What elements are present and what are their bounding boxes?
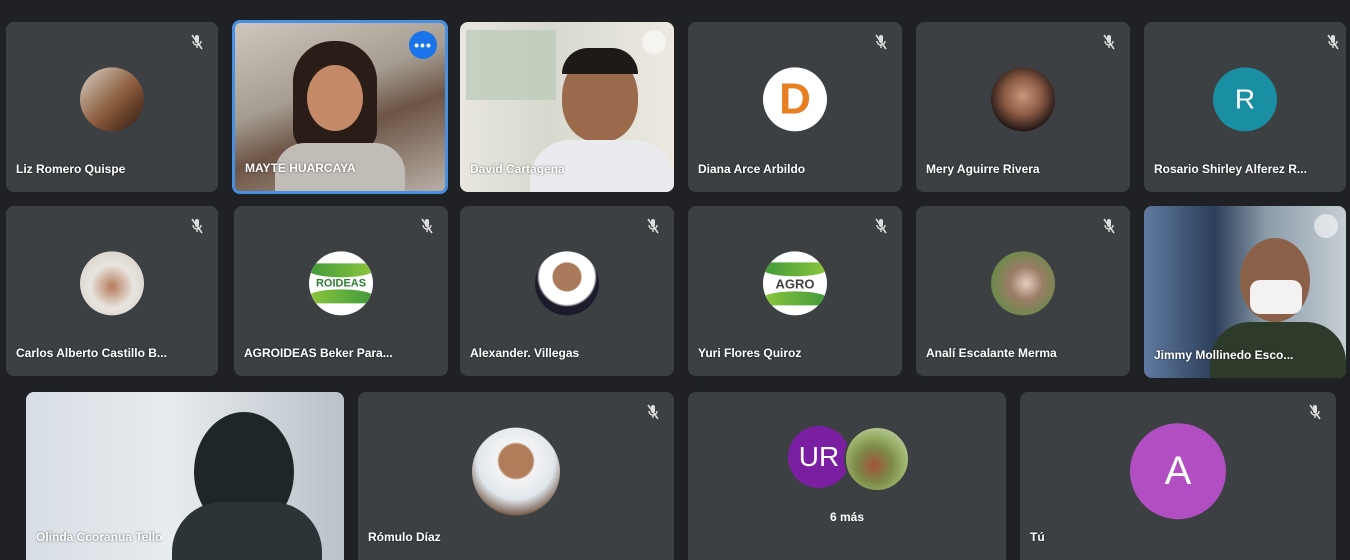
- mic-off-icon: [1102, 34, 1116, 50]
- tile-mayte-huarcaya[interactable]: ••• MAYTE HUARCAYA: [232, 20, 448, 194]
- participant-name: MAYTE HUARCAYA: [245, 161, 356, 175]
- mic-off-icon: [1308, 404, 1322, 420]
- mic-off-icon: [420, 218, 434, 234]
- mic-off-icon: [646, 404, 660, 420]
- tile-anali-escalante[interactable]: Analí Escalante Merma: [916, 206, 1130, 376]
- tile-agroideas-beker[interactable]: ROIDEAS AGROIDEAS Beker Para...: [234, 206, 448, 376]
- mic-off-icon: [1102, 218, 1116, 234]
- logo-wave: [309, 289, 373, 304]
- participant-name: Carlos Alberto Castillo B...: [16, 346, 167, 360]
- mic-off-icon: [190, 34, 204, 50]
- mic-off-icon: [190, 218, 204, 234]
- avatar-photo: [844, 426, 910, 492]
- participant-name: Diana Arce Arbildo: [698, 162, 806, 176]
- participant-name: Tú: [1030, 530, 1045, 544]
- participant-name: Yuri Flores Quiroz: [698, 346, 802, 360]
- tile-alexander-villegas[interactable]: Alexander. Villegas: [460, 206, 674, 376]
- participant-name: Analí Escalante Merma: [926, 346, 1057, 360]
- tile-self[interactable]: A Tú: [1020, 392, 1336, 560]
- tile-liz-romero[interactable]: Liz Romero Quispe: [6, 22, 218, 192]
- participant-name: AGROIDEAS Beker Para...: [244, 346, 393, 360]
- participant-name: Jimmy Mollinedo Esco...: [1154, 348, 1294, 362]
- avatar-photo: [472, 427, 560, 516]
- pin-icon[interactable]: [642, 30, 666, 54]
- avatar-photo: [991, 251, 1055, 316]
- avatar-letter: UR: [788, 426, 850, 488]
- logo-wave: [763, 261, 827, 276]
- avatar-letter: A: [1130, 423, 1226, 520]
- logo-wave: [763, 290, 827, 305]
- tile-david-cartagena[interactable]: David Cartagena: [460, 22, 674, 192]
- avatar-letter-text: UR: [798, 441, 840, 472]
- avatar-letter-text: D: [779, 74, 811, 124]
- avatar-letter-text: A: [1164, 448, 1192, 493]
- participant-name: Alexander. Villegas: [470, 346, 580, 360]
- tile-carlos-castillo[interactable]: Carlos Alberto Castillo B...: [6, 206, 218, 376]
- participant-name: Mery Aguirre Rivera: [926, 162, 1040, 176]
- avatar-photo: [80, 251, 144, 316]
- avatar-photo: [991, 67, 1055, 132]
- avatar-letter: R: [1213, 67, 1277, 132]
- participant-name: Liz Romero Quispe: [16, 162, 126, 176]
- logo-text: AGRO: [775, 275, 815, 291]
- tile-rosario-alferez[interactable]: R Rosario Shirley Alferez R...: [1144, 22, 1346, 192]
- mic-off-icon: [1326, 34, 1340, 50]
- avatar-photo: [535, 251, 599, 316]
- avatar-letter-text: R: [1234, 83, 1256, 115]
- tile-romulo-diaz[interactable]: Rómulo Díaz: [358, 392, 674, 560]
- person-face: [307, 65, 363, 131]
- participant-name: Rosario Shirley Alferez R...: [1154, 162, 1307, 176]
- tile-diana-arce[interactable]: D Diana Arce Arbildo: [688, 22, 902, 192]
- tile-mery-aguirre[interactable]: Mery Aguirre Rivera: [916, 22, 1130, 192]
- avatar-logo: ROIDEAS: [309, 251, 373, 316]
- more-participants-label: 6 más: [829, 510, 865, 524]
- mic-off-icon: [874, 34, 888, 50]
- tile-yuri-flores[interactable]: AGRO Yuri Flores Quiroz: [688, 206, 902, 376]
- tile-more-participants[interactable]: UR 6 más: [688, 392, 1006, 560]
- tile-jimmy-mollinedo[interactable]: Jimmy Mollinedo Esco...: [1144, 206, 1346, 378]
- face-mask: [1250, 280, 1302, 314]
- more-options-icon[interactable]: •••: [409, 31, 437, 59]
- mic-off-icon: [874, 218, 888, 234]
- logo-text: ROIDEAS: [315, 277, 367, 290]
- wall-poster: [466, 30, 556, 100]
- pin-icon[interactable]: [1314, 214, 1338, 238]
- avatar-photo: [80, 67, 144, 132]
- logo-wave: [309, 263, 373, 278]
- participant-name: Rómulo Díaz: [368, 530, 441, 544]
- person-hair: [562, 48, 638, 74]
- person-body: [172, 502, 322, 560]
- participant-name: Olinda Ccoranua Tello: [36, 530, 163, 544]
- avatar-logo: AGRO: [763, 251, 827, 316]
- participant-name: David Cartagena: [470, 162, 565, 176]
- avatar-letter: D: [763, 67, 827, 132]
- mic-off-icon: [646, 218, 660, 234]
- tile-olinda-ccoranua[interactable]: Olinda Ccoranua Tello: [26, 392, 344, 560]
